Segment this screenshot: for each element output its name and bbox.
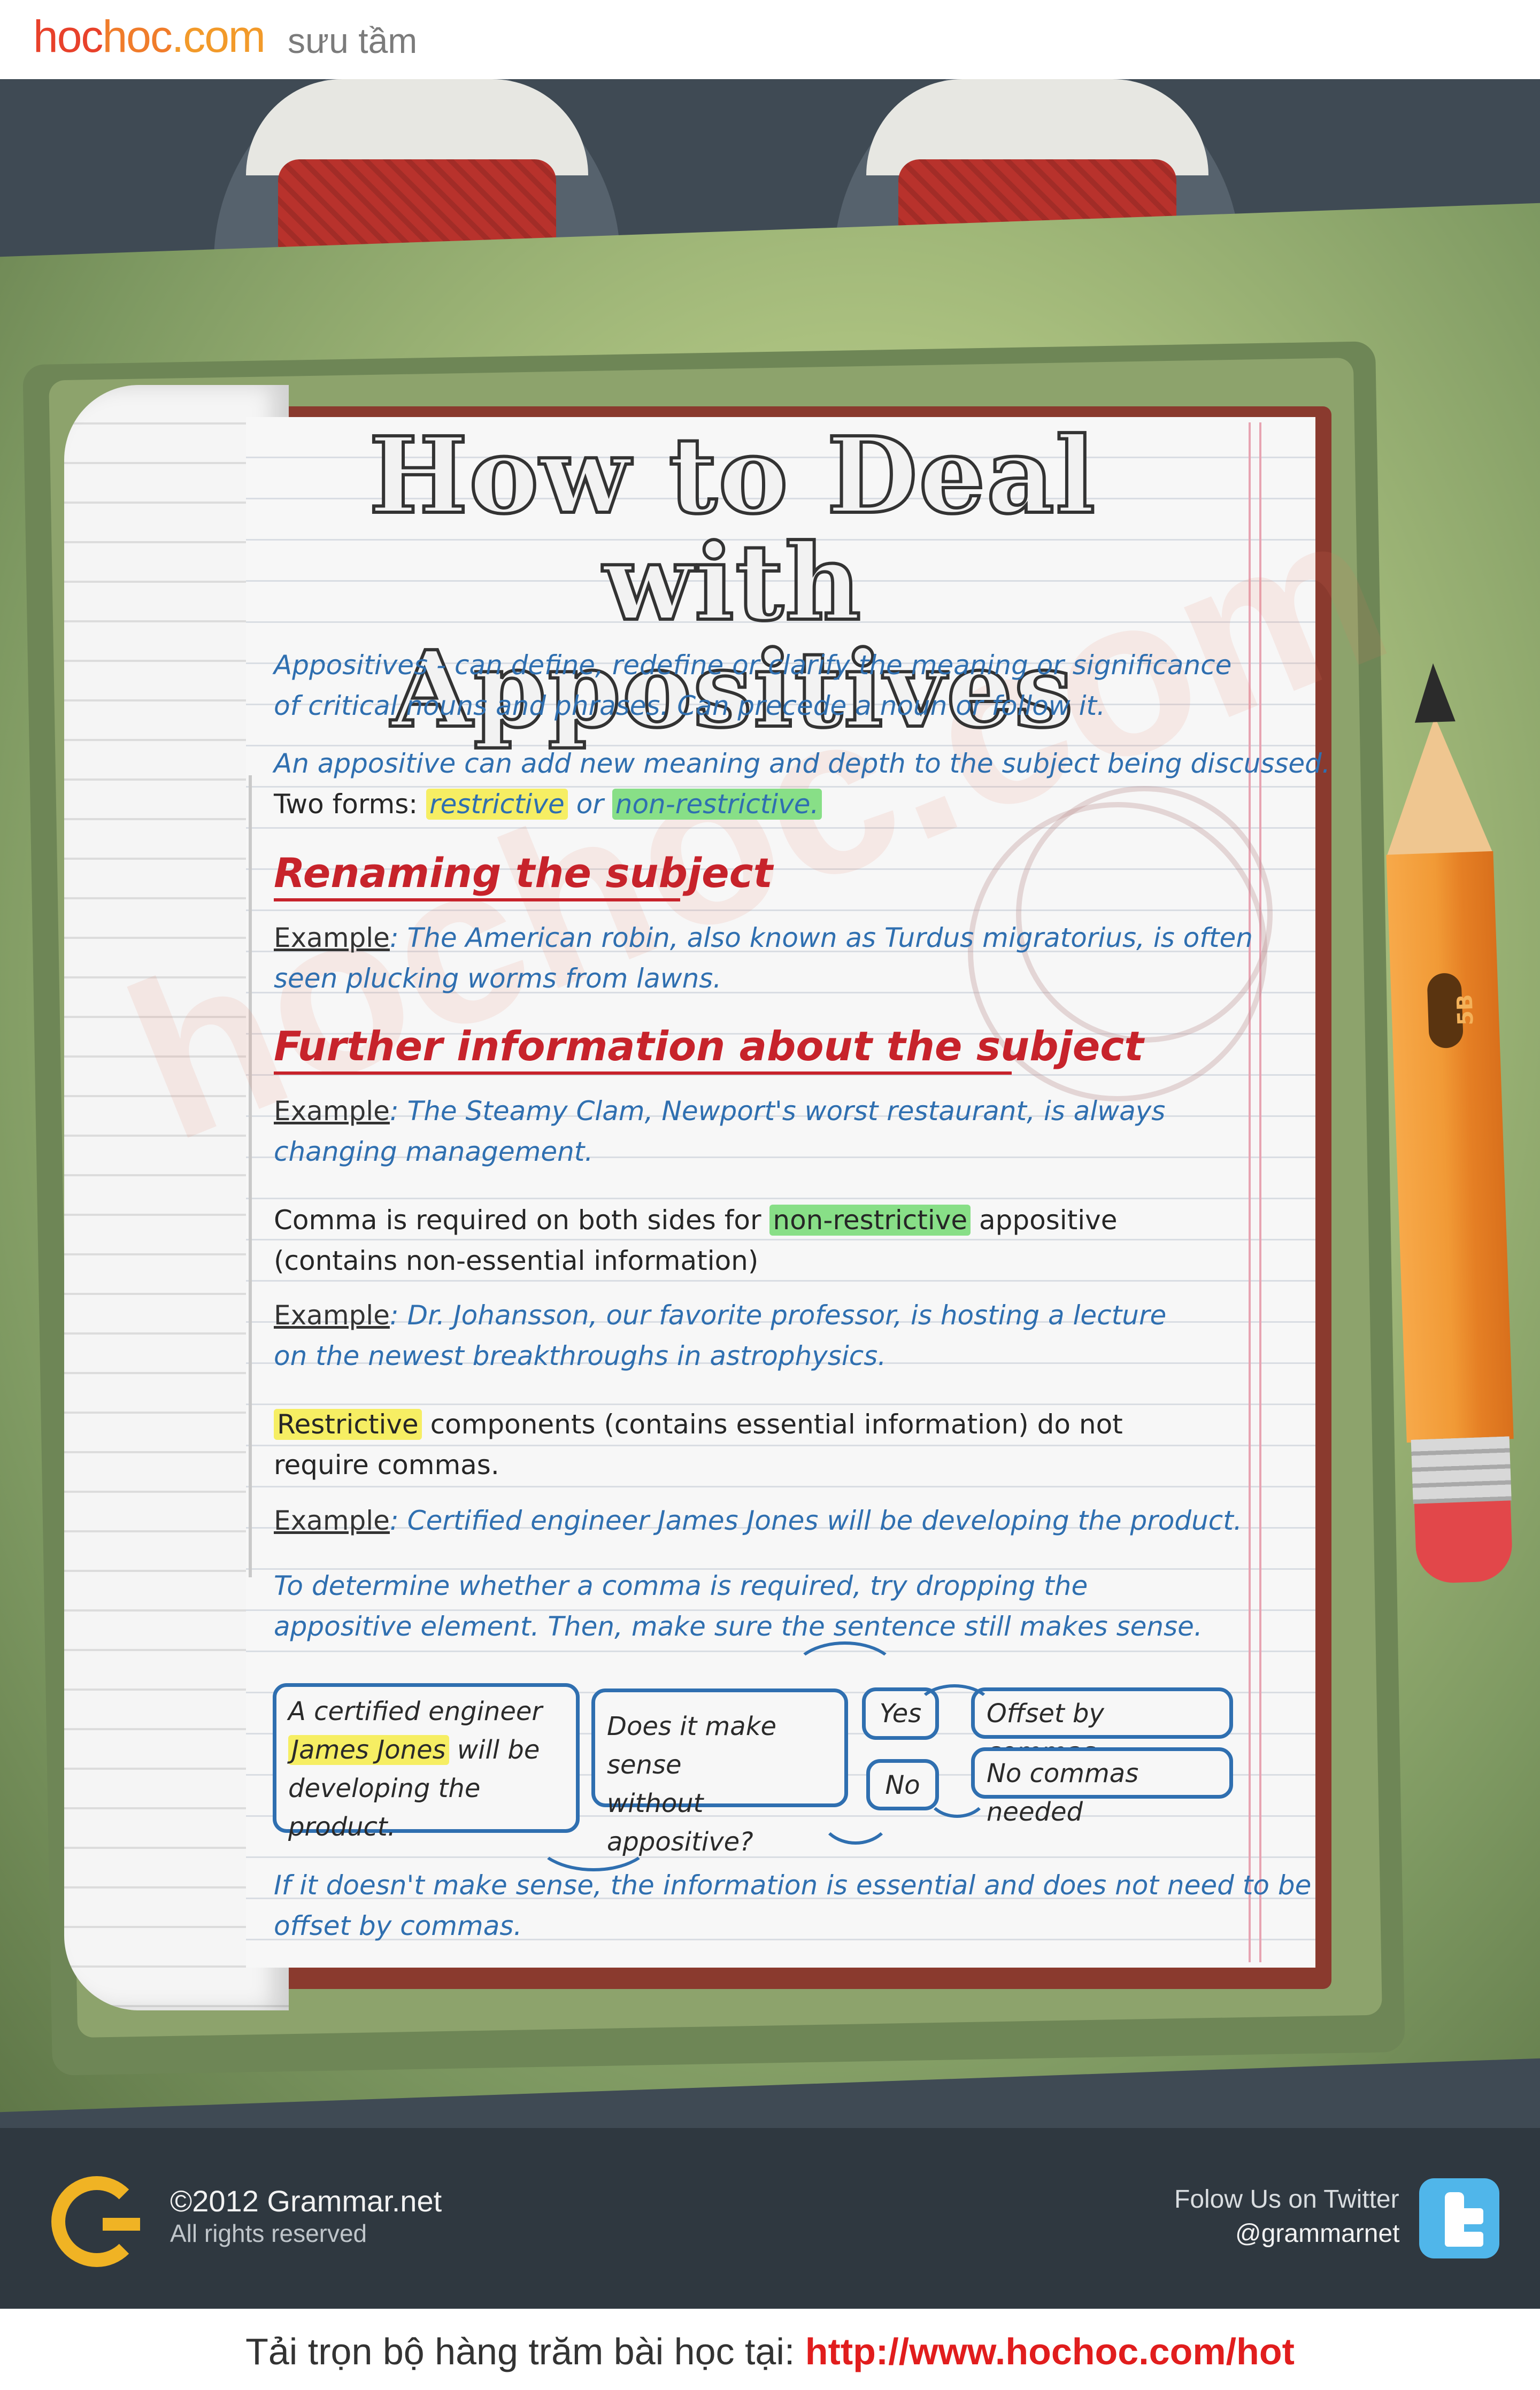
heading-renaming-subject: Renaming the subject — [274, 849, 773, 897]
bottom-prefix-text: Tải trọn bộ hàng trăm bài học tại: — [245, 2331, 805, 2372]
header-tagline: sưu tầm — [288, 21, 418, 60]
non-restrictive-highlight: non-restrictive. — [612, 789, 822, 820]
twitter-handle-link[interactable]: @grammarnet — [1235, 2219, 1399, 2248]
margin-line — [1249, 422, 1251, 1962]
heading-underline — [274, 1071, 1012, 1075]
flow-sentence-box: A certified engineer James Jones will be… — [273, 1683, 580, 1842]
top-header: hochoc.com sưu tầm — [0, 0, 1540, 79]
flow-arrow-yes — [791, 1641, 898, 1706]
tip-paragraph: To determine whether a comma is required… — [274, 1570, 1203, 1642]
conclusion-paragraph: If it doesn't make sense, the informatio… — [274, 1870, 1312, 1941]
footer-rights: All rights reserved — [170, 2219, 367, 2247]
flow-no-commas-box: No commas needed — [971, 1747, 1233, 1827]
example-johansson: Example: Dr. Johansson, our favorite pro… — [274, 1300, 1167, 1371]
restrictive-rule: Restrictive components (contains essenti… — [274, 1409, 1123, 1481]
heading-underline — [274, 898, 680, 901]
bottom-bar: Tải trọn bộ hàng trăm bài học tại: http:… — [0, 2309, 1540, 2390]
page-edge-line — [249, 775, 252, 1577]
twitter-icon[interactable] — [1419, 2178, 1499, 2258]
restrictive-highlight: Restrictive — [274, 1409, 422, 1440]
flow-arrow-sentence — [535, 1807, 652, 1871]
flow-arrow-no — [818, 1780, 893, 1845]
intro-paragraph-2: An appositive can add new meaning and de… — [274, 748, 1330, 820]
non-restrictive-highlight: non-restrictive — [769, 1205, 971, 1236]
footer-band — [0, 2128, 1540, 2309]
restrictive-highlight: restrictive — [426, 789, 568, 820]
flow-arrow-no-commas — [925, 1764, 989, 1818]
title-line-1: How to Deal with — [367, 414, 1097, 644]
james-jones-highlight: James Jones — [288, 1735, 449, 1765]
grammar-net-logo-icon[interactable] — [51, 2176, 142, 2267]
pencil-illustration: 5B — [1353, 660, 1540, 1585]
example-renaming: Example: The American robin, also known … — [274, 922, 1253, 994]
logo-text-1: hoc — [33, 11, 103, 61]
margin-line — [1259, 422, 1261, 1962]
hochoc-url-link[interactable]: http://www.hochoc.com/hot — [805, 2331, 1295, 2372]
footer-follow-text: Folow Us on Twitter — [1174, 2185, 1399, 2214]
comma-rule: Comma is required on both sides for non-… — [274, 1205, 1118, 1276]
flow-arrow-offset — [914, 1684, 995, 1738]
flow-offset-box: Offset by commas — [971, 1687, 1233, 1767]
heading-further-information: Further information about the subject — [274, 1022, 1144, 1070]
coffee-ring-stain — [1016, 786, 1273, 1043]
hochoc-logo[interactable]: hochoc.com — [33, 11, 266, 63]
logo-text-domain: .com — [171, 11, 266, 61]
example-james-jones: Example: Certified engineer James Jones … — [274, 1505, 1242, 1536]
footer-copyright: ©2012 Grammar.net — [170, 2184, 442, 2218]
flow-question-box: Does it make sense without appositive? — [591, 1689, 848, 1857]
logo-text-2: hoc — [102, 11, 172, 61]
example-further-info: Example: The Steamy Clam, Newport's wors… — [274, 1096, 1166, 1167]
pencil-grade-label: 5B — [1427, 973, 1479, 1049]
intro-paragraph-1: Appositives - can define, redefine or cl… — [274, 650, 1232, 721]
